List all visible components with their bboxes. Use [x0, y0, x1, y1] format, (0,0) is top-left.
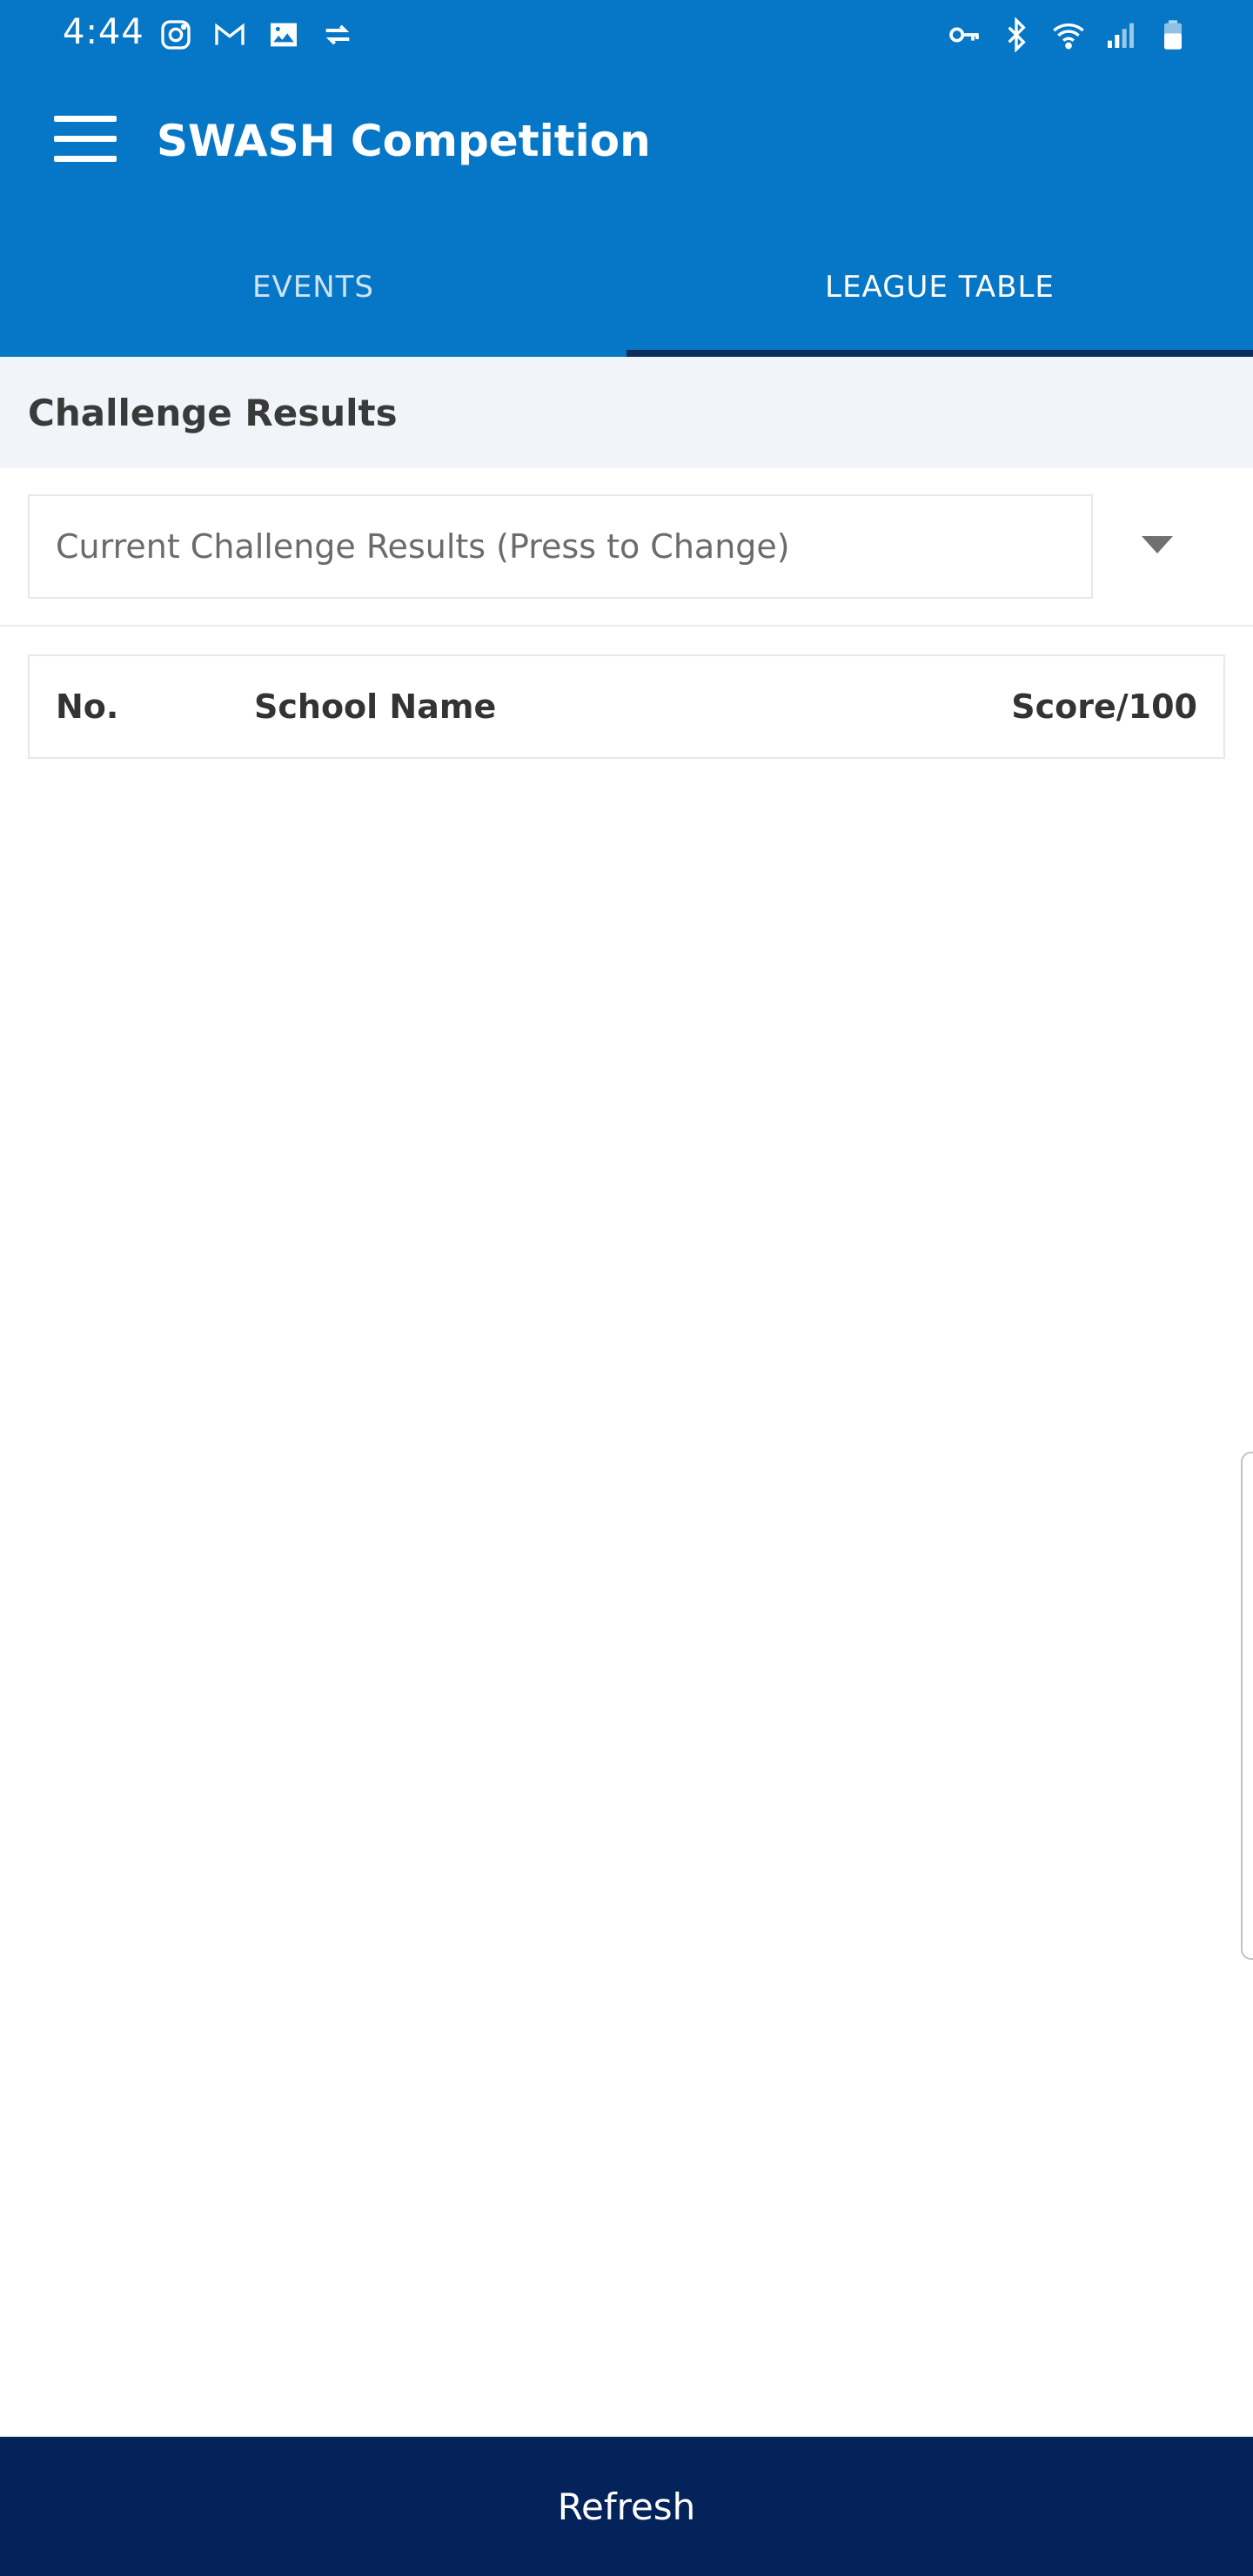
column-header-score: Score/100: [1011, 688, 1197, 726]
tab-events[interactable]: EVENTS: [0, 218, 626, 357]
league-table-header: No. School Name Score/100: [28, 654, 1225, 759]
vpn-key-icon: [945, 16, 983, 54]
column-header-no: No.: [56, 688, 119, 726]
tab-bar: EVENTS LEAGUE TABLE: [0, 218, 1253, 357]
battery-icon: [1154, 16, 1192, 54]
challenge-select-value: Current Challenge Results (Press to Chan…: [56, 527, 790, 566]
hamburger-menu-icon[interactable]: [45, 116, 120, 171]
tab-league-table[interactable]: LEAGUE TABLE: [626, 218, 1253, 357]
caret-down-icon[interactable]: [1142, 536, 1173, 555]
refresh-button-label: Refresh: [557, 2485, 696, 2528]
status-bar: 4:44: [0, 0, 1253, 68]
challenge-select[interactable]: Current Challenge Results (Press to Chan…: [28, 494, 1093, 599]
refresh-button[interactable]: Refresh: [0, 2437, 1253, 2576]
edge-panel-handle[interactable]: [1241, 1452, 1253, 1960]
status-system-icons: [945, 16, 1192, 54]
section-header: Challenge Results: [0, 357, 1253, 468]
status-time: 4:44: [63, 12, 144, 52]
column-header-school-name: School Name: [254, 688, 497, 726]
instagram-icon: [157, 16, 195, 54]
gmail-icon: [211, 16, 249, 54]
app-title: SWASH Competition: [157, 116, 651, 166]
signal-icon: [1102, 16, 1140, 54]
status-notification-icons: [157, 16, 357, 54]
section-title: Challenge Results: [28, 391, 398, 434]
gallery-icon: [265, 16, 303, 54]
sync-icon: [318, 16, 357, 54]
bluetooth-icon: [997, 16, 1035, 54]
wifi-icon: [1049, 16, 1088, 54]
challenge-select-area: Current Challenge Results (Press to Chan…: [0, 468, 1253, 627]
app-bar: SWASH Competition: [0, 68, 1253, 218]
